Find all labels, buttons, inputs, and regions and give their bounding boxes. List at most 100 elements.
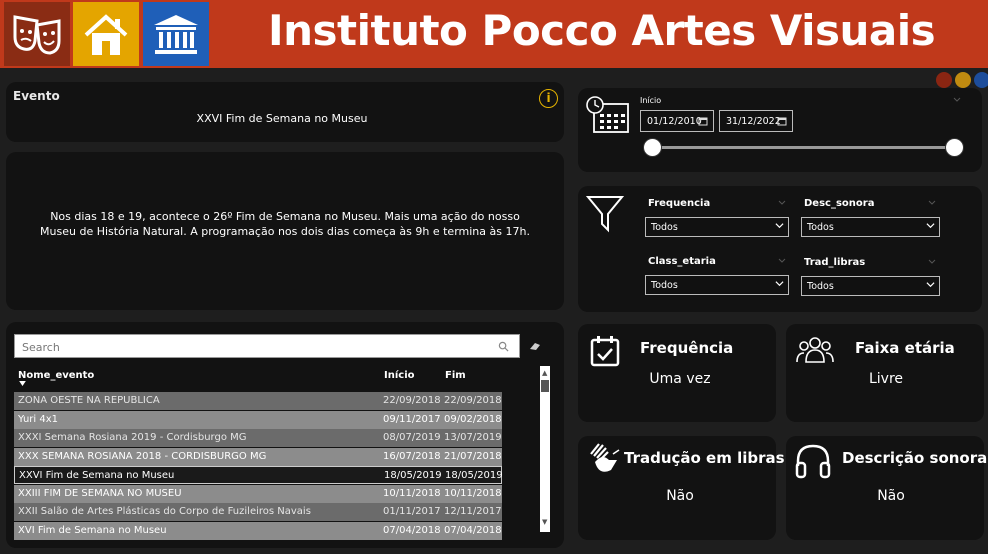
cell-fim: 21/07/2018 [444,450,502,462]
search-input[interactable]: Search [14,334,520,358]
col-header-inicio[interactable]: Início [384,370,415,381]
date-filter-label: Início [640,96,662,105]
search-placeholder: Search [22,341,60,354]
chevron-down-icon[interactable] [928,259,936,265]
headphones-icon [795,444,831,479]
calendar-icon[interactable] [698,116,708,126]
trad-libras-select-value: Todos [807,281,834,292]
search-icon [498,341,509,352]
desc-sonora-select-value: Todos [807,222,834,233]
table-row[interactable]: ZONA OESTE NA REPÚBLICA 22/09/2018 22/09/2… [14,392,502,410]
chevron-down-icon [926,223,935,229]
cell-inicio: 08/07/2019 [383,432,441,443]
cell-fim: 22/09/2018 [444,395,502,406]
eraser-icon[interactable] [528,341,542,351]
date-slider-track[interactable] [652,146,955,149]
cell-fim: 10/11/2018 [444,487,502,499]
desc-sonora-select[interactable]: Todos [801,217,940,237]
chevron-down-icon[interactable] [928,200,936,206]
nav-button-museum[interactable] [143,2,209,66]
table-row[interactable]: XXVI Fim de Semana no Museu 18/05/2019 18/… [14,466,503,484]
cell-inicio: 07/04/2018 [383,524,441,536]
evento-label: Evento [13,89,60,103]
trad-libras-select[interactable]: Todos [801,276,940,296]
group-people-icon [796,337,834,363]
scroll-up-icon[interactable]: ▲ [542,369,547,377]
start-date-input[interactable]: 01/12/2010 [640,110,714,132]
table-row[interactable]: XXXI Semana Rosiana 2019 - Cordisburgo M… [14,429,502,447]
cell-inicio: 09/11/2017 [383,413,441,425]
calendar-clock-icon [586,96,629,133]
kpi-title-libras: Tradução em libras [624,449,785,467]
cell-fim: 18/05/2019 [445,470,503,481]
cell-fim: 07/04/2018 [444,524,502,536]
chevron-down-icon [775,281,784,287]
table-scrollbar[interactable]: ▲ ▼ [540,366,550,532]
cell-nome-evento: XXVI Fim de Semana no Museu [19,470,175,481]
nav-button-theater[interactable] [4,2,70,66]
end-date-input[interactable]: 31/12/2022 [719,110,793,132]
table-row[interactable]: XXIII FIM DE SEMANA NO MUSEU 10/11/2018 10… [14,484,502,503]
scrollbar-thumb[interactable] [541,380,549,392]
theme-dot-yellow[interactable] [955,72,971,88]
cell-inicio: 16/07/2018 [383,450,441,462]
cell-inicio: 22/09/2018 [383,395,441,406]
sort-desc-icon [19,381,26,386]
chevron-down-icon[interactable] [953,97,961,103]
class-etaria-select[interactable]: Todos [645,275,789,295]
nav-button-home[interactable] [73,2,139,66]
kpi-value-faixa-etaria: Livre [868,371,904,387]
filter-label-class-etaria: Class_etaria [648,256,716,267]
date-slider-start-handle[interactable] [643,138,662,157]
filter-label-frequencia: Frequencia [648,198,711,209]
frequencia-select[interactable]: Todos [645,217,789,237]
cell-nome-evento: XXII Salão de Artes Plásticas do Corpo d… [18,506,311,517]
theater-masks-icon [13,15,61,55]
evento-name: XXVI Fim de Semana no Museu [196,112,368,125]
filter-label-trad-libras: Trad_libras [804,257,866,268]
cell-nome-evento: ZONA OESTE NA REPÚBLICA [18,395,160,406]
date-slider-end-handle[interactable] [945,138,964,157]
cell-nome-evento: XVI Fim de Semana no Museu [18,524,167,536]
end-date-value: 31/12/2022 [726,116,781,127]
table-row[interactable]: XVI Fim de Semana no Museu 07/04/2018 07/0… [14,521,502,540]
chevron-down-icon [926,282,935,288]
scroll-down-icon[interactable]: ▼ [542,518,547,526]
evento-description: Nos dias 18 e 19, acontece o 26º Fim de … [40,210,530,238]
chevron-down-icon[interactable] [778,258,786,264]
app-header: Instituto Pocco Artes Visuais [0,0,988,68]
theme-dots [936,72,988,88]
theme-dot-red[interactable] [936,72,952,88]
cell-nome-evento: XXX SEMANA ROSIANA 2018 - CORDISBURGO MG [18,450,267,462]
cell-nome-evento: XXIII FIM DE SEMANA NO MUSEU [18,487,182,499]
page-title: Instituto Pocco Artes Visuais [268,6,936,55]
table-row[interactable]: Yuri 4x1 09/11/2017 09/02/2018 [14,410,502,429]
cell-inicio: 01/11/2017 [383,506,441,517]
info-icon[interactable]: i [539,89,558,108]
chevron-down-icon [775,223,784,229]
table-row[interactable]: XXX SEMANA ROSIANA 2018 - CORDISBURGO MG… [14,447,502,466]
kpi-value-libras: Não [666,488,694,504]
kpi-value-descricao-sonora: Não [877,488,905,504]
filter-label-desc-sonora: Desc_sonora [804,198,875,209]
kpi-title-faixa-etaria: Faixa etária [855,339,955,357]
cell-nome-evento: Yuri 4x1 [18,413,59,425]
col-header-nome[interactable]: Nome_evento [18,370,94,381]
home-icon [84,14,128,55]
cell-inicio: 10/11/2018 [383,487,441,499]
theme-dot-blue[interactable] [974,72,988,88]
calendar-check-icon [590,336,620,367]
class-etaria-select-value: Todos [651,280,678,291]
frequencia-select-value: Todos [651,222,678,233]
kpi-title-descricao-sonora: Descrição sonora [842,449,988,467]
col-header-fim[interactable]: Fim [445,370,466,381]
cell-nome-evento: XXXI Semana Rosiana 2019 - Cordisburgo M… [18,432,247,443]
filter-funnel-icon [586,196,624,233]
cell-inicio: 18/05/2019 [384,470,442,481]
sign-language-hands-icon [590,443,620,472]
table-row[interactable]: XXII Salão de Artes Plásticas do Corpo d… [14,503,502,521]
calendar-icon[interactable] [777,116,787,126]
chevron-down-icon[interactable] [778,200,786,206]
museum-icon [154,15,198,54]
kpi-title-frequencia: Frequência [640,339,734,357]
